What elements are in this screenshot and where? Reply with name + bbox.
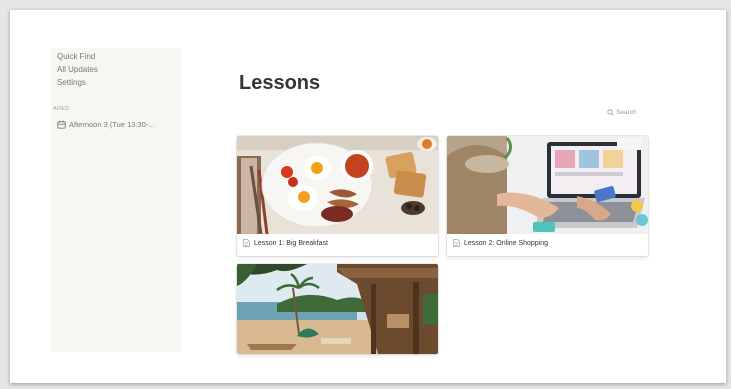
card-title: Lesson 2: Online Shopping: [464, 239, 549, 247]
calendar-icon: [57, 120, 66, 129]
sidebar-section-label: ARED: [53, 106, 70, 112]
page-title: Lessons: [239, 72, 321, 94]
sidebar-item-all-updates[interactable]: All Updates: [57, 65, 98, 74]
online-shopping-image: [447, 136, 648, 234]
gallery-card-lesson-3[interactable]: [237, 264, 438, 354]
card-caption: Lesson 2: Online Shopping: [453, 239, 548, 247]
gallery-card-lesson-1[interactable]: Lesson 1: Big Breakfast: [237, 136, 438, 256]
page-icon: [243, 239, 250, 247]
search-button[interactable]: Search: [607, 109, 637, 116]
sidebar-page-label: Afternoon 3 (Tue 13:30-...: [69, 119, 155, 129]
sidebar-item-settings[interactable]: Settings: [57, 78, 86, 87]
card-caption: Lesson 1: Big Breakfast: [243, 239, 328, 247]
beach-resort-image: [237, 264, 438, 354]
search-icon: [607, 109, 614, 116]
search-label: Search: [616, 109, 637, 116]
page-icon: [453, 239, 460, 247]
card-title: Lesson 1: Big Breakfast: [254, 239, 328, 247]
gallery-card-lesson-2[interactable]: Lesson 2: Online Shopping: [447, 136, 648, 256]
sidebar-item-quick-find[interactable]: Quick Find: [57, 52, 95, 61]
app-window: Quick Find All Updates Settings ARED Aft…: [10, 10, 726, 383]
sidebar-page-afternoon[interactable]: Afternoon 3 (Tue 13:30-...: [57, 118, 179, 130]
sidebar: Quick Find All Updates Settings ARED Aft…: [51, 48, 181, 352]
breakfast-image: [237, 136, 438, 234]
